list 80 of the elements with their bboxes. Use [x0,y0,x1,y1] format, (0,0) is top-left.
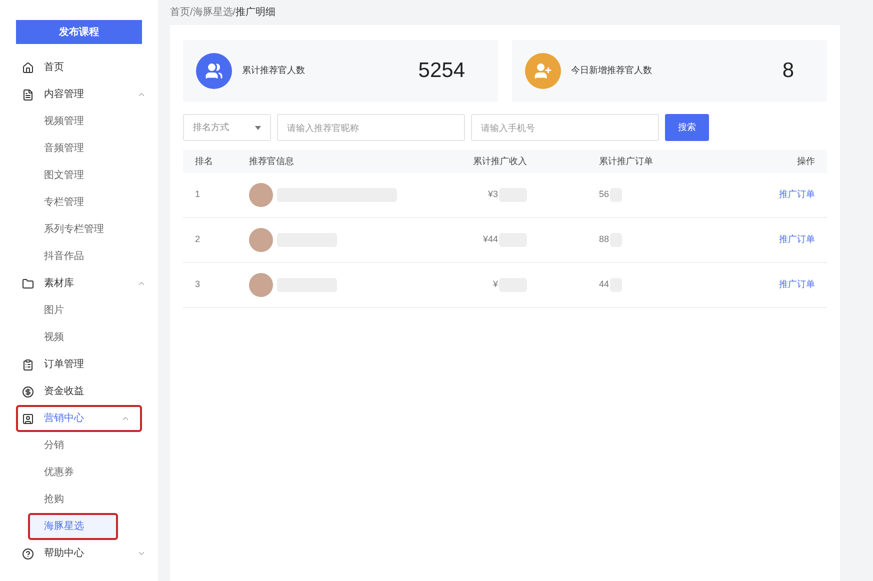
orders-cell-text: 44 [599,278,610,292]
income-cell-text: ¥ [492,278,498,292]
blurred-avatar [249,273,273,297]
item-label: 抢购 [44,493,64,507]
sidebar-item[interactable]: 抖音作品 [0,243,158,270]
item-label: 素材库 [44,276,74,291]
item-label: 帮助中心 [44,546,84,561]
sidebar-item[interactable]: 帮助中心 [0,540,158,567]
sidebar-item[interactable]: 海豚星选 [28,513,118,540]
promotion-orders-link[interactable]: 推广订单 [779,188,815,202]
breadcrumb-path[interactable]: 首页/海豚星选/ [170,5,236,20]
rank-cell-text: 3 [195,278,202,292]
clipboard-icon [22,358,34,370]
stat-value: 8 [782,58,794,84]
document-icon [22,88,34,100]
column-header: 累计推广订单 [599,154,654,168]
sidebar-item[interactable]: 优惠券 [0,459,158,486]
item-label: 订单管理 [44,358,84,372]
sort-dropdown[interactable]: 排名方式 [183,114,271,141]
item-label: 海豚星选 [44,520,84,534]
column-header: 操作 [797,154,815,168]
publish-course-button[interactable]: 发布课程 [16,20,142,44]
help-icon [22,548,34,560]
home-icon [22,62,34,74]
item-label: 抖音作品 [44,250,84,264]
phone-field[interactable]: 请输入手机号 [471,114,659,141]
search-button[interactable]: 搜索 [665,114,709,141]
income-cell-text: ¥3 [488,188,498,202]
blurred-avatar [249,183,273,207]
item-label: 内容管理 [44,88,84,102]
item-label: 图片 [44,304,64,318]
person-card-icon [22,412,34,424]
sidebar-item[interactable]: 营销中心 [16,405,142,432]
rank-cell-text: 2 [195,233,202,246]
dropdown-caret-icon [255,126,261,130]
item-label: 资金收益 [44,385,84,399]
item-label: 音频管理 [44,142,84,156]
orders-cell-text: 56 [599,188,610,202]
folder-icon [22,278,34,290]
income-cell-text: ¥44 [482,233,498,246]
item-label: 图文管理 [44,168,84,183]
blurred-avatar [249,228,273,252]
column-header: 推荐官信息 [249,154,295,168]
money-icon [22,386,34,398]
dropdown-placeholder: 排名方式 [193,120,229,134]
sidebar-item[interactable]: 内容管理 [0,81,158,108]
column-header: 累计推广收入 [472,154,527,168]
promotion-orders-link[interactable]: 推广订单 [779,233,815,247]
promotion-orders-link[interactable]: 推广订单 [779,278,815,292]
item-label: 优惠券 [44,466,74,480]
item-label: 视频管理 [44,114,84,129]
sidebar-item[interactable]: 抢购 [0,486,158,513]
add-user-icon [525,53,561,89]
stat-label: 今日新增推荐官人数 [571,64,652,78]
item-label: 分销 [44,439,64,453]
sidebar-item[interactable]: 视频管理 [0,108,158,135]
sidebar-item[interactable]: 素材库 [0,270,158,297]
sidebar-item[interactable]: 视频 [0,324,158,351]
stat-value: 5254 [418,58,465,84]
sidebar-item[interactable]: 分销 [0,432,158,459]
item-label: 专栏管理 [44,196,84,210]
sidebar-item[interactable]: 音频管理 [0,135,158,162]
users-icon [196,53,232,89]
nickname-field[interactable]: 请输入推荐官昵称 [277,114,465,141]
orders-cell-text: 88 [599,233,610,246]
sidebar-item[interactable]: 专栏管理 [0,189,158,216]
sidebar-item[interactable]: 系列专栏管理 [0,216,158,243]
stat-label: 累计推荐官人数 [242,64,305,78]
sidebar-item[interactable]: 资金收益 [0,378,158,405]
sidebar-item[interactable]: 图片 [0,297,158,324]
item-label: 系列专栏管理 [44,222,104,237]
sidebar-item[interactable]: 首页 [0,54,158,81]
sidebar-item[interactable]: 图文管理 [0,162,158,189]
rank-cell-text: 1 [195,188,202,202]
breadcrumb-current: 推广明细 [236,6,276,20]
column-header: 排名 [195,154,214,168]
item-label: 首页 [44,61,64,75]
item-label: 视频 [44,330,64,345]
item-label: 营销中心 [44,412,84,426]
sidebar-item[interactable]: 订单管理 [0,351,158,378]
